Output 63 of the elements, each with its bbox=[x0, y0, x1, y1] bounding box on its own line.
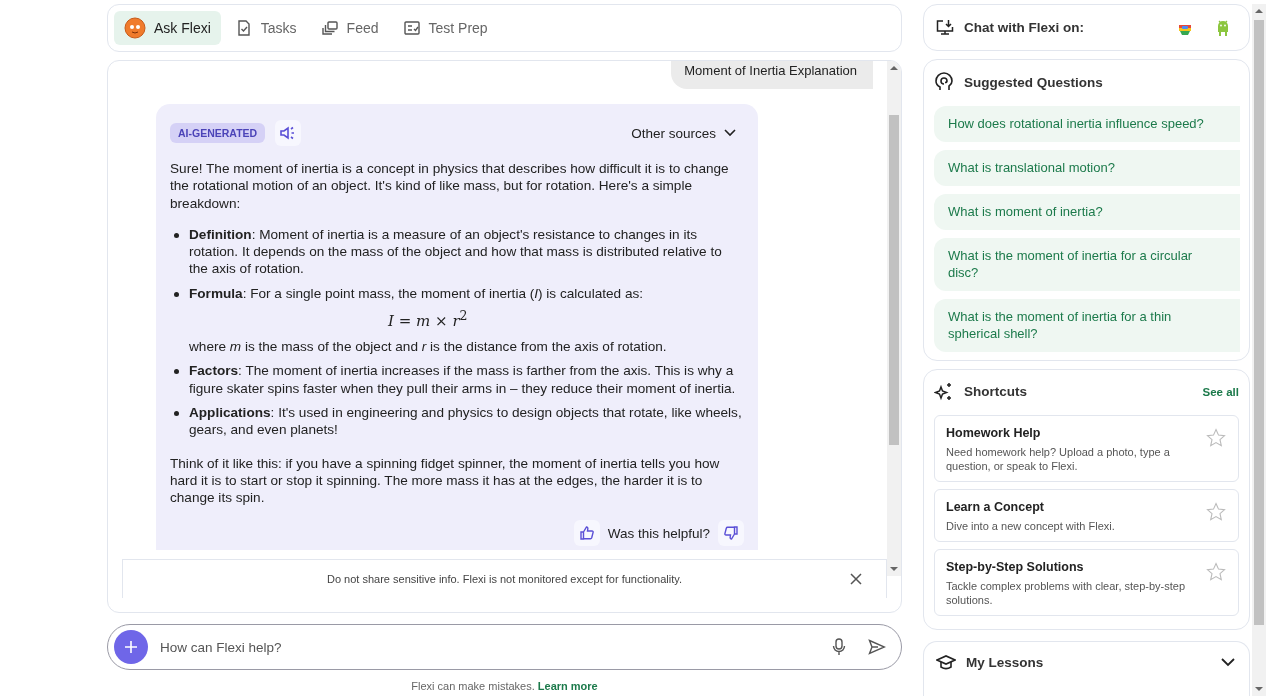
bullet-icon bbox=[174, 232, 179, 238]
bullet-text: Factors: The moment of inertia increases if the mass is farther from the axis. This is why a figure skater spins faster when they pull their arms in – they reduce their moment of inertia. bbox=[189, 362, 737, 397]
bullet-text: Definition: Moment of inertia is a measure of an object's resistance to changes in its rotation. It depends on the mass of the object and how that mass is distributed relative to the axis of rotation. bbox=[189, 225, 723, 278]
formula-note: where m is the mass of the object and r is the distance from the axis of rotation. bbox=[189, 338, 667, 356]
learn-more-link[interactable]: Learn more bbox=[537, 680, 598, 692]
nav-tab[interactable]: Tasks bbox=[224, 11, 307, 45]
footer-text: Flexi can make mistakes. bbox=[411, 680, 535, 692]
ai-generated-badge: AI-GENERATED bbox=[170, 123, 266, 143]
suggested-question[interactable]: What is the moment of inertia for a thin spherical shell? bbox=[934, 299, 1240, 353]
chevron-icon bbox=[724, 129, 736, 137]
answer-paragraph: Sure! The moment of inertia is a concept in physics that describes how difficult it is to change the rotational motion of an object. It's kind of like mass, but for rotation. Here's a simple breakdown: bbox=[170, 160, 730, 212]
card-title: Shortcuts bbox=[964, 384, 1027, 400]
bullet-icon bbox=[174, 410, 179, 416]
message-input[interactable]: How can Flexi help? bbox=[158, 638, 815, 656]
test-icon bbox=[402, 19, 421, 37]
card-title: Suggested Questions bbox=[964, 74, 1103, 90]
thumbs-down-icon[interactable] bbox=[718, 520, 744, 547]
shortcut-title: Step-by-Step Solutions bbox=[946, 559, 1085, 574]
shortcut-description: Need homework help? Upload a photo, type a question, or speak to Flexi. bbox=[946, 444, 1171, 473]
answer-paragraph: Think of it like this: if you have a spinning fidget spinner, the moment of inertia tells you how hard it is to start or stop it spinning. The more mass it has at the edges, the harder it is to change its spin. bbox=[170, 454, 721, 507]
star-icon[interactable] bbox=[1206, 561, 1226, 582]
shortcut-title: Learn a Concept bbox=[946, 499, 1045, 514]
shortcut-description: Tackle complex problems with clear, step-by-step solutions. bbox=[946, 578, 1187, 607]
user-message: Moment of Inertia Explanation bbox=[671, 61, 873, 89]
bullet-icon bbox=[174, 369, 179, 375]
mascot-icon bbox=[124, 17, 146, 39]
shortcut-description: Dive into a new concept with Flexi. bbox=[946, 518, 1116, 533]
bullet-text: Formula: For a single point mass, the moment of inertia (I) is calculated as: bbox=[189, 284, 645, 303]
add-button[interactable] bbox=[114, 630, 148, 664]
shortcut-card[interactable]: Homework Help Need homework help? Upload a photo, type a question, or speak to Flexi. bbox=[934, 414, 1239, 482]
card-title: Chat with Flexi on: bbox=[964, 20, 1084, 36]
graduation-cap-icon bbox=[936, 654, 956, 671]
nav-tab[interactable]: Feed bbox=[310, 11, 389, 45]
shortcut-title: Homework Help bbox=[946, 425, 1042, 440]
suggested-question[interactable]: What is moment of inertia? bbox=[934, 194, 1240, 231]
see-all-link[interactable]: See all bbox=[1202, 385, 1239, 398]
my-lessons-card[interactable]: My Lessons bbox=[923, 640, 1250, 696]
bullet-icon bbox=[174, 291, 179, 297]
nav-tab[interactable]: Test Prep bbox=[392, 11, 498, 45]
scrollbar[interactable] bbox=[1252, 4, 1266, 696]
sparkle-icon bbox=[934, 381, 954, 402]
thumbs-up-icon[interactable] bbox=[573, 520, 600, 547]
formula: I = m × r$^{2}$ bbox=[388, 308, 468, 331]
suggested-question[interactable]: What is the moment of inertia for a circular disc? bbox=[934, 238, 1240, 292]
desktop-download-icon bbox=[936, 19, 954, 37]
bullet-text: Applications: It's used in engineering and physics to design objects that rotate, like wheels, gears, and even planets! bbox=[189, 403, 743, 439]
head-spiral-icon bbox=[934, 72, 954, 93]
star-icon[interactable] bbox=[1206, 501, 1226, 522]
chevron-icon[interactable] bbox=[1221, 658, 1235, 668]
disclaimer-text: Do not share sensitive info. Flexi is not monitored except for functionality. bbox=[327, 573, 682, 585]
suggested-question[interactable]: What is translational motion? bbox=[934, 150, 1240, 187]
star-icon[interactable] bbox=[1206, 427, 1226, 448]
other-sources-dropdown[interactable]: Other sources bbox=[631, 125, 736, 141]
card-title: My Lessons bbox=[966, 655, 1044, 671]
stacked-cards-icon bbox=[320, 19, 339, 37]
speaker-icon[interactable] bbox=[275, 120, 302, 146]
shortcut-card[interactable]: Learn a Concept Dive into a new concept with Flexi. bbox=[934, 488, 1239, 542]
scrollbar[interactable] bbox=[887, 61, 901, 576]
plus-icon bbox=[125, 641, 137, 653]
shortcut-card[interactable]: Step-by-Step Solutions Tackle complex problems with clear, step-by-step solutions. bbox=[934, 548, 1239, 616]
nav-tab[interactable]: Ask Flexi bbox=[114, 11, 221, 45]
feedback-prompt: Was this helpful? bbox=[607, 525, 710, 541]
suggested-question[interactable]: How does rotational inertia influence speed? bbox=[934, 106, 1240, 143]
